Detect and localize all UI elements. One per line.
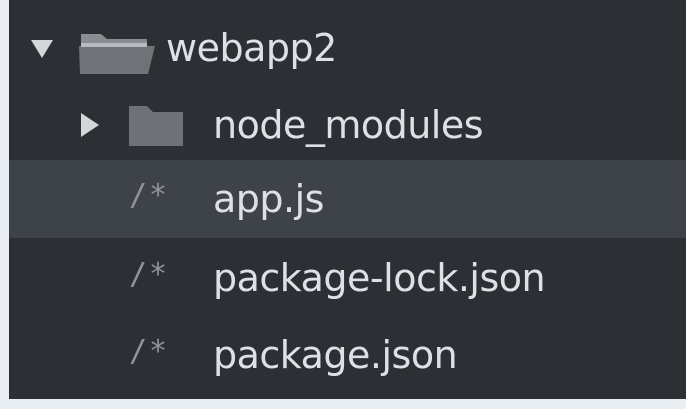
tree-item-node-modules[interactable]: node_modules [9, 86, 686, 164]
open-folder-icon [79, 34, 155, 74]
tree-item-label: webapp2 [166, 26, 337, 70]
json-file-icon: /* [129, 257, 170, 292]
tree-item-app-js[interactable]: /* app.js [9, 160, 686, 238]
tree-item-label: package.json [213, 333, 458, 377]
expand-arrow-icon[interactable] [31, 40, 53, 58]
collapse-arrow-icon[interactable] [81, 113, 99, 137]
tree-item-package-lock-json[interactable]: /* package-lock.json [9, 239, 686, 317]
js-file-icon: /* [129, 178, 170, 213]
folder-icon [129, 106, 183, 146]
file-tree-panel: webapp2 node_modules /* app.js /* packag… [9, 0, 686, 399]
tree-item-package-json[interactable]: /* package.json [9, 316, 686, 394]
tree-item-webapp2[interactable]: webapp2 [9, 9, 686, 87]
tree-item-label: node_modules [213, 103, 484, 147]
tree-item-label: package-lock.json [213, 256, 546, 300]
json-file-icon: /* [129, 334, 170, 369]
tree-item-label: app.js [213, 177, 324, 221]
